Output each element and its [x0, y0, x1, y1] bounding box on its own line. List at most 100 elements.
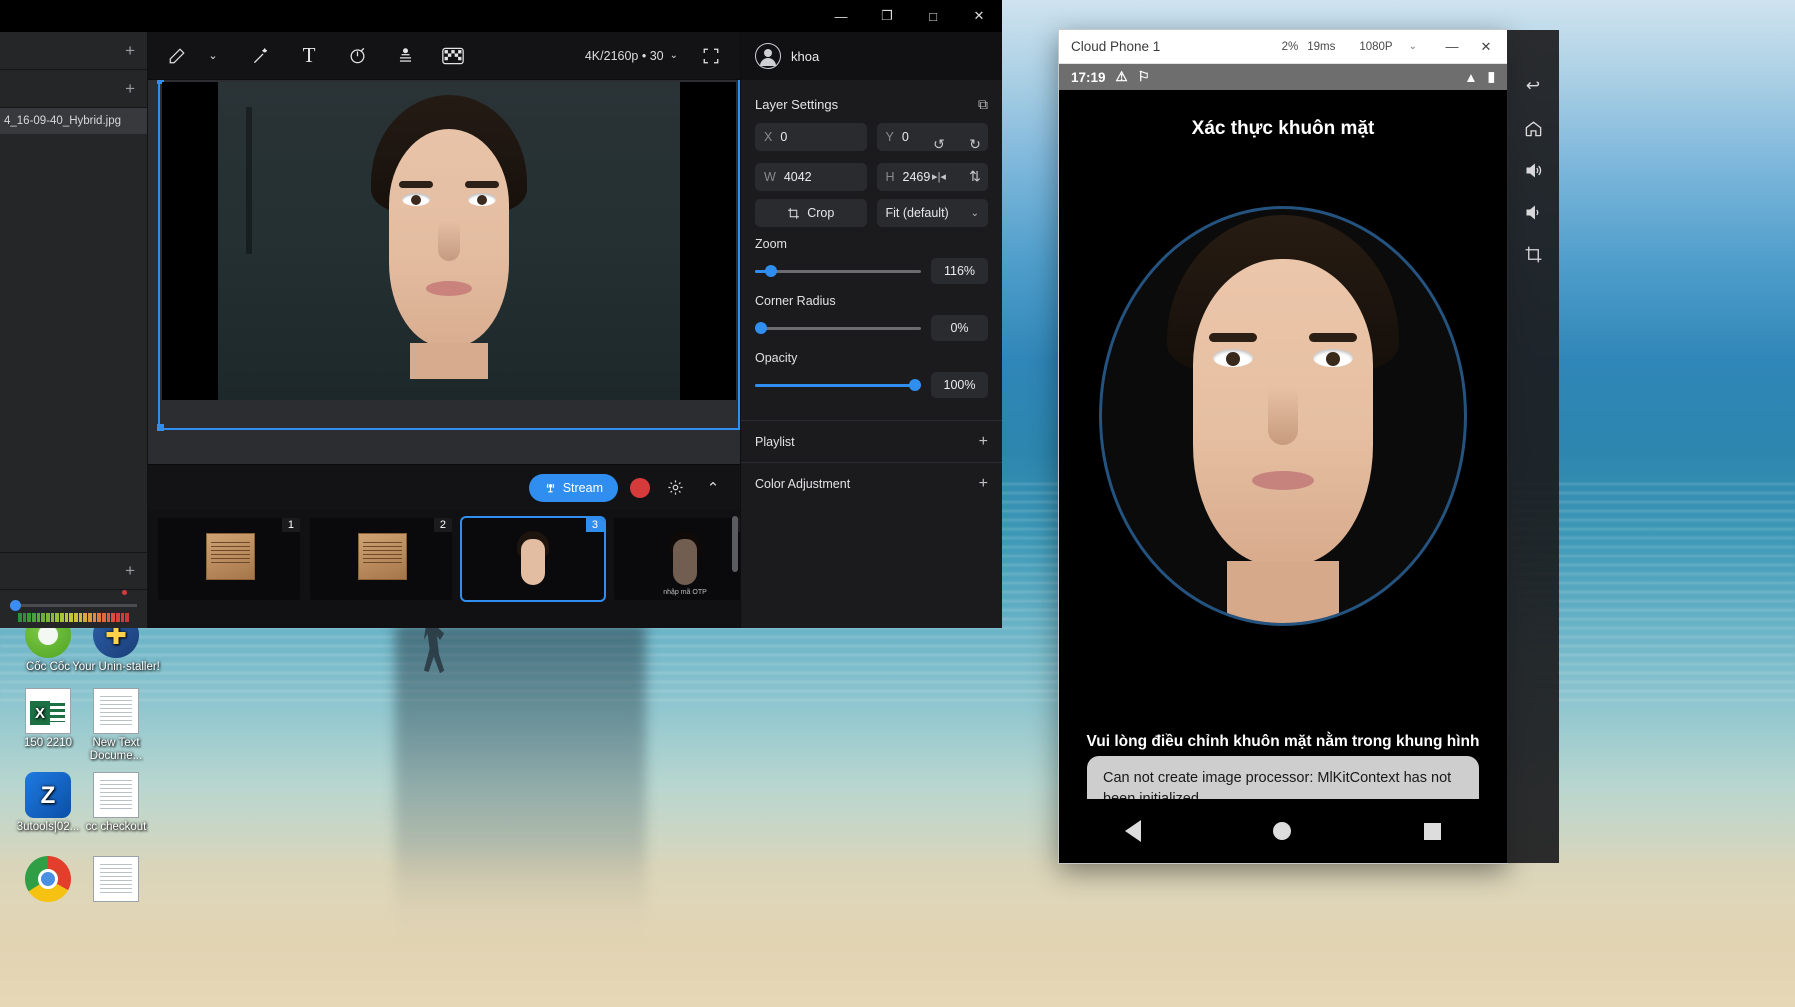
desktop-icon-extra-doc[interactable]: [70, 856, 162, 905]
filmstrip-thumb[interactable]: 1: [158, 518, 300, 600]
toolbar-right: 4K/2160p • 30 ⌄: [585, 41, 726, 71]
crop-icon[interactable]: [1515, 236, 1551, 272]
collapse-icon[interactable]: ⌃: [700, 475, 726, 501]
redo-icon[interactable]: ↻: [962, 131, 988, 157]
checker-image-icon[interactable]: [438, 41, 468, 71]
runner-reflection: [395, 624, 646, 946]
pen-icon[interactable]: [162, 41, 192, 71]
opacity-value[interactable]: 100%: [931, 372, 988, 398]
fit-mode-select[interactable]: Fit (default) ⌄: [877, 199, 989, 227]
cloud-phone-toolbar: ↩: [1507, 30, 1559, 863]
subject-brow-right: [465, 181, 499, 188]
audio-level-meter: [10, 607, 137, 622]
corner-radius-slider-row: Corner Radius 0%: [741, 284, 1002, 341]
cloud-phone-screen[interactable]: 17:19 ⚠ ⚐ ▲ ▮ Xác thực khuôn mặt: [1059, 64, 1507, 863]
thumb-face: [673, 539, 697, 585]
desktop-icon-newtext[interactable]: New Text Docume...: [70, 688, 162, 763]
quality-selector[interactable]: 1080P ⌄: [1359, 41, 1417, 53]
audio-volume-slider[interactable]: [0, 590, 147, 628]
color-adjustment-section[interactable]: Color Adjustment +: [741, 462, 1002, 504]
restore-button[interactable]: ❐: [864, 0, 910, 32]
stream-button-label: Stream: [563, 481, 603, 495]
add-scene-button[interactable]: +: [0, 32, 147, 70]
timer-icon[interactable]: [342, 41, 372, 71]
thumb-number: 4: [738, 518, 740, 532]
toolbar-tools: ⌄ T: [162, 41, 468, 71]
close-button[interactable]: ✕: [956, 0, 1002, 32]
text-document-icon: [93, 772, 139, 818]
phone-subject-neck: [1227, 561, 1339, 626]
volume-knob[interactable]: [10, 600, 21, 611]
thumb-content: [358, 533, 406, 581]
add-playlist-icon[interactable]: +: [979, 433, 988, 451]
zoom-value[interactable]: 116%: [931, 258, 988, 284]
zoom-slider-line: 116%: [755, 258, 988, 284]
add-audio-button[interactable]: +: [0, 552, 147, 590]
zoom-track[interactable]: [755, 270, 921, 273]
opacity-label: Opacity: [755, 351, 988, 365]
home-button[interactable]: [1273, 822, 1291, 840]
thumb-content: [665, 531, 705, 591]
preview-stage[interactable]: [148, 80, 740, 464]
user-name: khoa: [791, 49, 819, 64]
chevron-down-icon: ⌄: [1409, 41, 1417, 52]
stream-button[interactable]: Stream: [529, 474, 618, 502]
text-tool-icon[interactable]: T: [294, 41, 324, 71]
resolution-selector[interactable]: 4K/2160p • 30 ⌄: [585, 49, 678, 63]
playlist-section[interactable]: Playlist +: [741, 420, 1002, 462]
zoom-knob[interactable]: [765, 265, 777, 277]
crop-button[interactable]: Crop: [755, 199, 867, 227]
filmstrip-thumb-active[interactable]: 3: [462, 518, 604, 600]
subject-neck: [410, 343, 488, 379]
thumb-number: 3: [586, 518, 604, 532]
person-layers-icon[interactable]: [390, 41, 420, 71]
filmstrip-thumb[interactable]: 2: [310, 518, 452, 600]
volume-up-icon[interactable]: [1515, 152, 1551, 188]
thumb-face: [521, 539, 545, 585]
phone-subject-eye-right: [1313, 349, 1353, 367]
app-body: + + 4_16-09-40_Hybrid.jpg +: [0, 32, 1002, 628]
maximize-button[interactable]: □: [910, 0, 956, 32]
cloud-phone-close-button[interactable]: ✕: [1473, 34, 1499, 60]
magic-wand-icon[interactable]: [246, 41, 276, 71]
settings-gear-icon[interactable]: [662, 475, 688, 501]
chevron-down-icon[interactable]: ⌄: [198, 41, 228, 71]
filmstrip-thumb[interactable]: nhập mã OTP 4: [614, 518, 740, 600]
volume-down-icon[interactable]: [1515, 194, 1551, 230]
thumb-caption: nhập mã OTP: [614, 589, 740, 596]
corner-radius-knob[interactable]: [755, 322, 767, 334]
cloud-phone-minimize-button[interactable]: —: [1439, 34, 1465, 60]
fullscreen-icon[interactable]: [696, 41, 726, 71]
selected-layer[interactable]: [160, 80, 738, 428]
zoom-label: Zoom: [755, 237, 988, 251]
corner-radius-track[interactable]: [755, 327, 921, 330]
desktop-icon-label: Your Unin-staller!: [70, 661, 162, 674]
undo-icon[interactable]: ↩: [1515, 68, 1551, 104]
desktop-icon-cccheckout[interactable]: cc checkout: [70, 772, 162, 834]
flip-vertical-icon[interactable]: ⇅: [962, 163, 988, 189]
cpu-usage: 2%: [1282, 41, 1299, 53]
record-button[interactable]: [630, 478, 650, 498]
scene-filmstrip[interactable]: 1 2 3: [148, 510, 740, 628]
expand-panel-icon[interactable]: ⧉: [978, 96, 988, 113]
chevron-down-icon: ⌄: [971, 208, 979, 219]
source-list-item[interactable]: 4_16-09-40_Hybrid.jpg: [0, 108, 147, 134]
phone-subject-nose: [1268, 387, 1298, 445]
volume-track[interactable]: [10, 604, 137, 607]
add-color-adjustment-icon[interactable]: +: [979, 475, 988, 493]
back-button[interactable]: [1125, 820, 1141, 842]
opacity-fill: [755, 384, 921, 387]
undo-icon[interactable]: ↺: [926, 131, 952, 157]
minimize-button[interactable]: —: [818, 0, 864, 32]
opacity-track[interactable]: [755, 384, 921, 387]
recent-apps-button[interactable]: [1424, 823, 1441, 840]
corner-radius-value[interactable]: 0%: [931, 315, 988, 341]
phone-portrait-subject: [1153, 215, 1413, 626]
user-bar[interactable]: khoa: [741, 32, 1002, 80]
flip-horizontal-icon[interactable]: ▸|◂: [926, 163, 952, 189]
opacity-knob[interactable]: [909, 379, 921, 391]
resize-handle-bl[interactable]: [157, 424, 164, 431]
subject-eye-left: [402, 193, 430, 206]
home-icon[interactable]: [1515, 110, 1551, 146]
add-source-button[interactable]: +: [0, 70, 147, 108]
